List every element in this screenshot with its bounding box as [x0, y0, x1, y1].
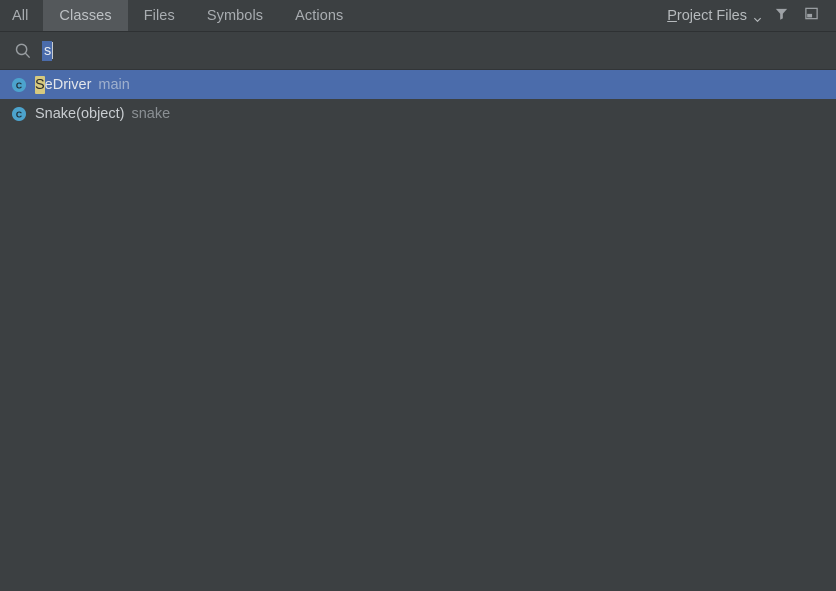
tab-files-label: Files	[143, 7, 175, 24]
result-name: SeDriver	[35, 75, 92, 94]
search-input-value: s	[42, 40, 53, 61]
result-name-rest: eDriver	[44, 76, 92, 93]
svg-text:C: C	[16, 80, 22, 90]
svg-text:C: C	[16, 109, 22, 119]
tab-actions-label: Actions	[295, 7, 344, 24]
result-name: Snake(object)	[35, 105, 125, 122]
class-icon: C	[11, 77, 27, 93]
filter-button[interactable]	[766, 3, 796, 29]
text-caret	[52, 42, 54, 59]
result-row-snake[interactable]: C Snake(object) snake	[0, 99, 836, 128]
scope-chooser-label: Project Files	[667, 7, 747, 24]
search-icon	[14, 42, 32, 60]
result-location: main	[98, 76, 130, 93]
header-actions: Project Files	[663, 0, 836, 31]
tab-all-label: All	[12, 7, 29, 24]
tab-symbols[interactable]: Symbols	[191, 0, 279, 31]
tab-classes[interactable]: Classes	[43, 0, 128, 31]
tab-all[interactable]: All	[0, 0, 43, 31]
tab-classes-label: Classes	[59, 7, 112, 24]
chevron-down-icon	[753, 12, 762, 23]
result-match-highlight: S	[35, 75, 45, 94]
result-row-sedriver[interactable]: C SeDriver main	[0, 70, 836, 99]
tab-bar: All Classes Files Symbols Actions	[0, 0, 359, 31]
result-location: snake	[131, 105, 171, 122]
dialog-header: All Classes Files Symbols Actions Projec…	[0, 0, 836, 32]
results-list[interactable]: C SeDriver main C Snake(object) snake	[0, 70, 836, 591]
pin-window-icon	[804, 6, 819, 26]
class-icon: C	[11, 106, 27, 122]
tab-files[interactable]: Files	[128, 0, 191, 31]
scope-chooser-button[interactable]: Project Files	[663, 8, 766, 24]
search-input[interactable]: s	[42, 40, 54, 61]
filter-funnel-icon	[774, 6, 789, 26]
search-everywhere-dialog: All Classes Files Symbols Actions Projec…	[0, 0, 836, 591]
tab-actions[interactable]: Actions	[279, 0, 359, 31]
search-bar[interactable]: s	[0, 32, 836, 70]
pin-window-button[interactable]	[796, 3, 826, 29]
tab-symbols-label: Symbols	[206, 7, 264, 24]
